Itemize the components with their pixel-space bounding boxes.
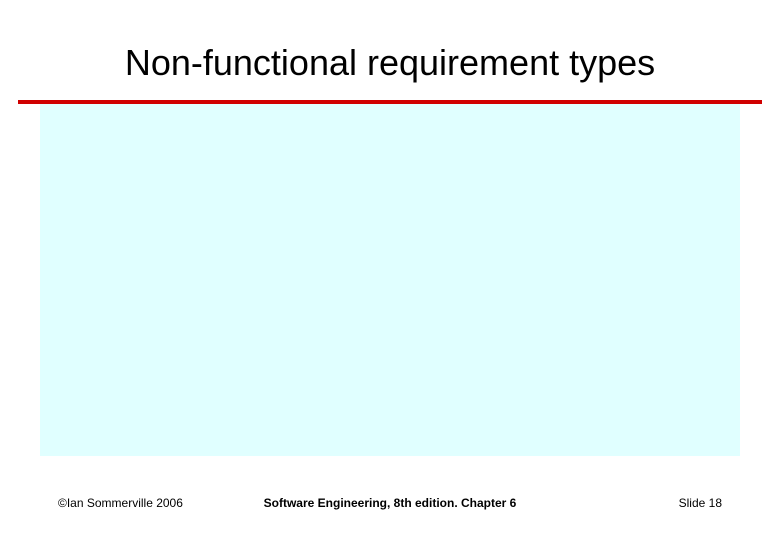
slide-number: 18: [709, 496, 722, 510]
slide-label: Slide: [679, 496, 709, 510]
footer-slide-number: Slide 18: [679, 496, 722, 510]
slide: Non-functional requirement types ©Ian So…: [0, 0, 780, 540]
slide-title: Non-functional requirement types: [0, 42, 780, 84]
footer-book-info: Software Engineering, 8th edition. Chapt…: [0, 496, 780, 510]
footer: ©Ian Sommerville 2006 Software Engineeri…: [0, 490, 780, 510]
content-area: [40, 104, 740, 456]
